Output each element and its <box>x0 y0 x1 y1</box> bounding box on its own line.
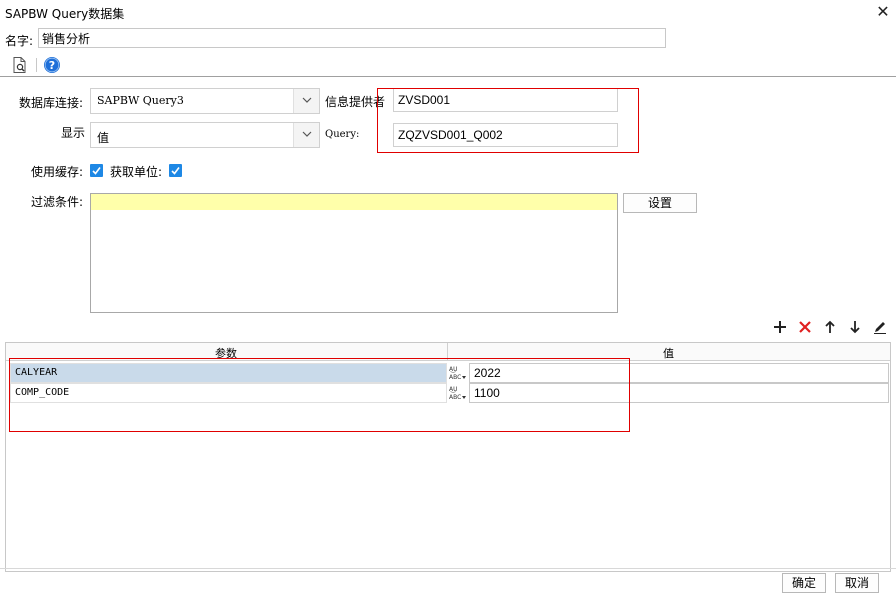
move-down-icon[interactable] <box>848 320 862 334</box>
param-name-cell[interactable]: COMP_CODE <box>10 383 447 403</box>
help-icon[interactable]: ? <box>43 56 61 74</box>
display-combo[interactable]: 值 <box>90 122 320 148</box>
display-value: 值 <box>97 131 110 145</box>
info-provider-field[interactable]: ZVSD001 <box>393 88 618 112</box>
svg-text:ABC: ABC <box>449 394 461 401</box>
chevron-down-icon <box>302 97 312 103</box>
connection-dropdown-arrow[interactable] <box>293 89 319 113</box>
header-value: 值 <box>663 347 674 360</box>
filter-label: 过滤条件: <box>31 195 84 209</box>
header-param: 参数 <box>215 347 237 360</box>
window-title: SAPBW Query数据集 <box>5 7 125 21</box>
params-table: 参数 值 CALYEAR A͜U ABC 2022 COMP_CODE A͜U … <box>5 342 891 572</box>
use-cache-label: 使用缓存: <box>31 165 84 179</box>
param-name-cell[interactable]: CALYEAR <box>10 363 447 383</box>
svg-text:?: ? <box>49 59 55 72</box>
ok-button[interactable]: 确定 <box>782 573 826 593</box>
svg-text:A͜U: A͜U <box>449 386 458 393</box>
query-label: Query: <box>325 129 360 140</box>
svg-text:A͜U: A͜U <box>449 366 458 373</box>
connection-label: 数据库连接: <box>19 96 84 110</box>
close-button[interactable]: ✕ <box>872 2 894 24</box>
filter-textarea[interactable] <box>90 193 618 313</box>
table-row[interactable]: COMP_CODE A͜U ABC 1100 <box>6 383 890 403</box>
name-label: 名字: <box>5 34 34 48</box>
table-row[interactable]: CALYEAR A͜U ABC 2022 <box>6 363 890 383</box>
display-label: 显示 <box>61 126 86 140</box>
info-provider-label: 信息提供者 <box>325 95 386 109</box>
param-value-cell[interactable]: 1100 <box>469 383 889 403</box>
cancel-button[interactable]: 取消 <box>835 573 879 593</box>
svg-text:ABC: ABC <box>449 374 461 381</box>
check-icon <box>92 167 101 175</box>
filter-set-button[interactable]: 设置 <box>623 193 697 213</box>
get-unit-checkbox[interactable] <box>169 164 182 177</box>
filter-current-line <box>91 194 617 210</box>
toolbar-separator <box>36 58 37 72</box>
chevron-down-icon <box>302 131 312 137</box>
title-bar: SAPBW Query数据集 ✕ <box>0 0 896 26</box>
delete-icon[interactable] <box>798 320 812 334</box>
table-header: 参数 值 <box>6 343 890 361</box>
param-value-cell[interactable]: 2022 <box>469 363 889 383</box>
abc-type-icon[interactable]: A͜U ABC <box>448 384 468 402</box>
name-input[interactable] <box>38 28 666 48</box>
abc-type-icon[interactable]: A͜U ABC <box>448 364 468 382</box>
get-unit-label: 获取单位: <box>110 165 163 179</box>
edit-icon[interactable] <box>873 320 887 334</box>
move-up-icon[interactable] <box>823 320 837 334</box>
check-icon <box>171 167 180 175</box>
connection-value: SAPBW Query3 <box>97 94 184 107</box>
add-icon[interactable] <box>773 320 787 334</box>
use-cache-checkbox[interactable] <box>90 164 103 177</box>
toolbar: ? <box>0 53 896 77</box>
connection-combo[interactable]: SAPBW Query3 <box>90 88 320 114</box>
preview-icon[interactable] <box>11 56 29 74</box>
query-field[interactable]: ZQZVSD001_Q002 <box>393 123 618 147</box>
display-dropdown-arrow[interactable] <box>293 123 319 147</box>
